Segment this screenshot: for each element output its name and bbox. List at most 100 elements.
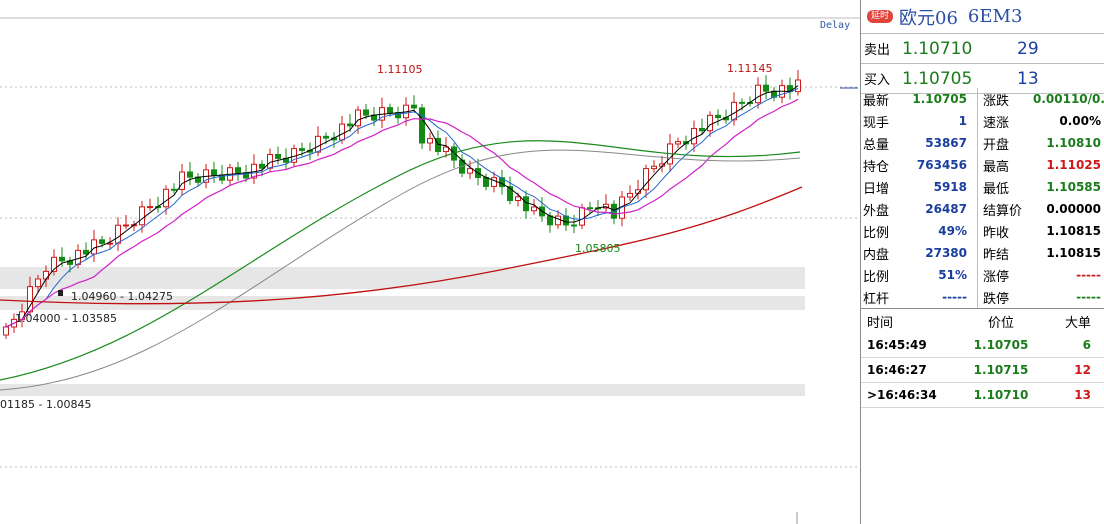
stats-row: 持仓 763456 最高 1.11025 bbox=[861, 154, 1104, 176]
stats-grid: 最新 1.10705 涨跌 0.00110/0.10% 现手 1 速涨 0.00% 总量 5386… bbox=[861, 88, 1104, 308]
stat-value: ----- bbox=[1076, 268, 1101, 282]
sell-volume: 29 bbox=[1017, 38, 1039, 59]
candle-body bbox=[275, 154, 281, 159]
candle-body bbox=[763, 84, 769, 92]
stat-label: 最新 bbox=[863, 93, 890, 109]
candle-body bbox=[355, 109, 361, 127]
candle-body bbox=[547, 215, 553, 226]
candle-body bbox=[91, 239, 97, 255]
buy-volume: 13 bbox=[1017, 68, 1039, 89]
candle-body bbox=[699, 127, 705, 132]
ma-line-green bbox=[0, 140, 801, 381]
trade-volume: 12 bbox=[1074, 363, 1091, 377]
delayed-badge: 延时 bbox=[867, 10, 894, 23]
zone-label: 1.04960 - 1.04275 bbox=[71, 290, 173, 303]
stats-row: 比例 51% 涨停 ----- bbox=[861, 264, 1104, 286]
candle-body bbox=[299, 148, 305, 151]
candle-body bbox=[755, 84, 761, 104]
stat-label: 比例 bbox=[863, 269, 890, 285]
stat-value: 1 bbox=[958, 114, 967, 128]
candle-body bbox=[571, 224, 577, 227]
candle-body bbox=[467, 168, 473, 174]
stat-value: 1.11025 bbox=[1046, 158, 1101, 172]
stat-value: 27380 bbox=[925, 246, 967, 260]
zone-marker bbox=[58, 290, 63, 296]
instrument-code: 6EM3 bbox=[967, 6, 1023, 27]
trades-table: 时间 价位 大单 16:45:49 1.10705 6 16:46:27 1.10715… bbox=[861, 308, 1104, 408]
stat-label: 涨停 bbox=[983, 269, 1010, 285]
stat-label: 杠杆 bbox=[863, 291, 890, 307]
stat-label: 持仓 bbox=[863, 159, 890, 175]
stat-label: 跌停 bbox=[983, 291, 1010, 307]
candle-body bbox=[323, 135, 329, 139]
candle-body bbox=[419, 107, 425, 144]
sell-price: 1.10710 bbox=[902, 38, 973, 59]
candle-body bbox=[59, 256, 65, 262]
stat-label: 现手 bbox=[863, 115, 890, 131]
candle-body bbox=[555, 215, 561, 226]
candle-body bbox=[483, 177, 489, 187]
stat-label: 内盘 bbox=[863, 247, 890, 263]
candle-body bbox=[491, 177, 497, 187]
sell-label: 卖出 bbox=[864, 43, 891, 58]
divider bbox=[977, 286, 978, 308]
stat-value: 1.10815 bbox=[1046, 246, 1101, 260]
stat-value: 1.10705 bbox=[912, 92, 967, 106]
stat-value: 0.00110/0.10% bbox=[1033, 92, 1104, 106]
stat-label: 外盘 bbox=[863, 203, 890, 219]
stats-row: 比例 49% 昨收 1.10815 bbox=[861, 220, 1104, 242]
candle-body bbox=[515, 196, 521, 202]
stat-value: 5918 bbox=[933, 180, 967, 194]
candle-body bbox=[731, 101, 737, 121]
candlestick-chart[interactable]: 1.11105 1.11145 1.05805 1.04960 - 1.04275 1.… bbox=[0, 0, 860, 524]
candle-body bbox=[75, 249, 81, 265]
candle-body bbox=[411, 104, 417, 109]
candle-body bbox=[387, 107, 393, 114]
candle-body bbox=[579, 207, 585, 226]
high-label: 1.11145 bbox=[727, 62, 773, 75]
buy-label: 买入 bbox=[864, 73, 891, 88]
col-time: 时间 bbox=[867, 315, 894, 331]
candle-body bbox=[99, 239, 105, 244]
candle-body bbox=[427, 137, 433, 144]
divider bbox=[977, 88, 978, 110]
candle-body bbox=[363, 109, 369, 116]
stat-value: ----- bbox=[1076, 290, 1101, 304]
instrument-name: 欧元06 bbox=[899, 7, 958, 29]
divider bbox=[977, 132, 978, 154]
candle-body bbox=[627, 192, 633, 198]
candle-body bbox=[691, 127, 697, 145]
candle-body bbox=[123, 224, 129, 227]
buy-price: 1.10705 bbox=[902, 68, 973, 89]
stat-label: 比例 bbox=[863, 225, 890, 241]
delay-label: Delay bbox=[820, 20, 851, 31]
candle-body bbox=[531, 206, 537, 212]
stat-value: ----- bbox=[942, 290, 967, 304]
divider bbox=[977, 264, 978, 286]
divider bbox=[977, 110, 978, 132]
high-label: 1.11105 bbox=[377, 63, 423, 76]
stat-value: 1.10585 bbox=[1046, 180, 1101, 194]
stat-label: 开盘 bbox=[983, 137, 1010, 153]
candle-body bbox=[739, 101, 745, 104]
stat-label: 日增 bbox=[863, 181, 890, 197]
zone-label: 01185 - 1.00845 bbox=[0, 398, 91, 411]
stat-label: 最低 bbox=[983, 181, 1010, 197]
candle-body bbox=[139, 206, 145, 226]
candle-body bbox=[675, 141, 681, 145]
quote-panel: 延时 欧元06 6EM3 卖出 1.10710 29 买入 1.10705 13… bbox=[860, 0, 1104, 524]
candle-body bbox=[651, 165, 657, 170]
divider bbox=[977, 242, 978, 264]
candle-body bbox=[267, 154, 273, 169]
candle-body bbox=[315, 135, 321, 153]
stat-label: 结算价 bbox=[983, 203, 1023, 219]
trade-price: 1.10705 bbox=[973, 338, 1029, 352]
stats-row: 最新 1.10705 涨跌 0.00110/0.10% bbox=[861, 88, 1104, 110]
trade-row: 16:46:27 1.10715 12 bbox=[861, 358, 1104, 383]
divider bbox=[977, 154, 978, 176]
col-volume: 大单 bbox=[1064, 315, 1091, 331]
trade-time: >16:46:34 bbox=[867, 388, 937, 402]
low-label: 1.05805 bbox=[575, 242, 621, 255]
trade-volume: 6 bbox=[1082, 338, 1091, 352]
chart-canvas: 1.11105 1.11145 1.05805 1.04960 - 1.04275 1.… bbox=[0, 17, 860, 524]
